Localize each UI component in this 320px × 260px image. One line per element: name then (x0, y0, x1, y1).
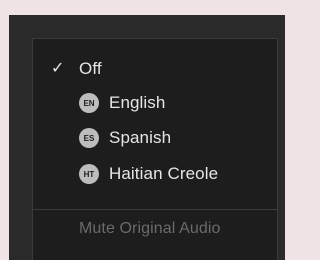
mute-original-audio-item: Mute Original Audio (79, 220, 221, 237)
audio-language-menu: ✓ Off EN English ES Spanish HT Haitian C… (32, 38, 278, 260)
menu-item-label: Spanish (109, 128, 172, 147)
menu-item-english[interactable]: EN English (33, 86, 277, 120)
menu-divider (33, 209, 277, 210)
language-badge-icon: ES (79, 128, 99, 148)
menu-item-haitian-creole[interactable]: HT Haitian Creole (33, 157, 277, 191)
menu-item-label: Haitian Creole (109, 164, 219, 183)
language-badge-icon: HT (79, 164, 99, 184)
menu-item-spanish[interactable]: ES Spanish (33, 121, 277, 155)
menu-item-off[interactable]: ✓ Off (33, 52, 277, 86)
language-badge-icon: EN (79, 93, 99, 113)
menu-item-label: Off (79, 59, 102, 78)
menu-item-label: English (109, 93, 166, 112)
checkmark-icon: ✓ (51, 60, 65, 77)
